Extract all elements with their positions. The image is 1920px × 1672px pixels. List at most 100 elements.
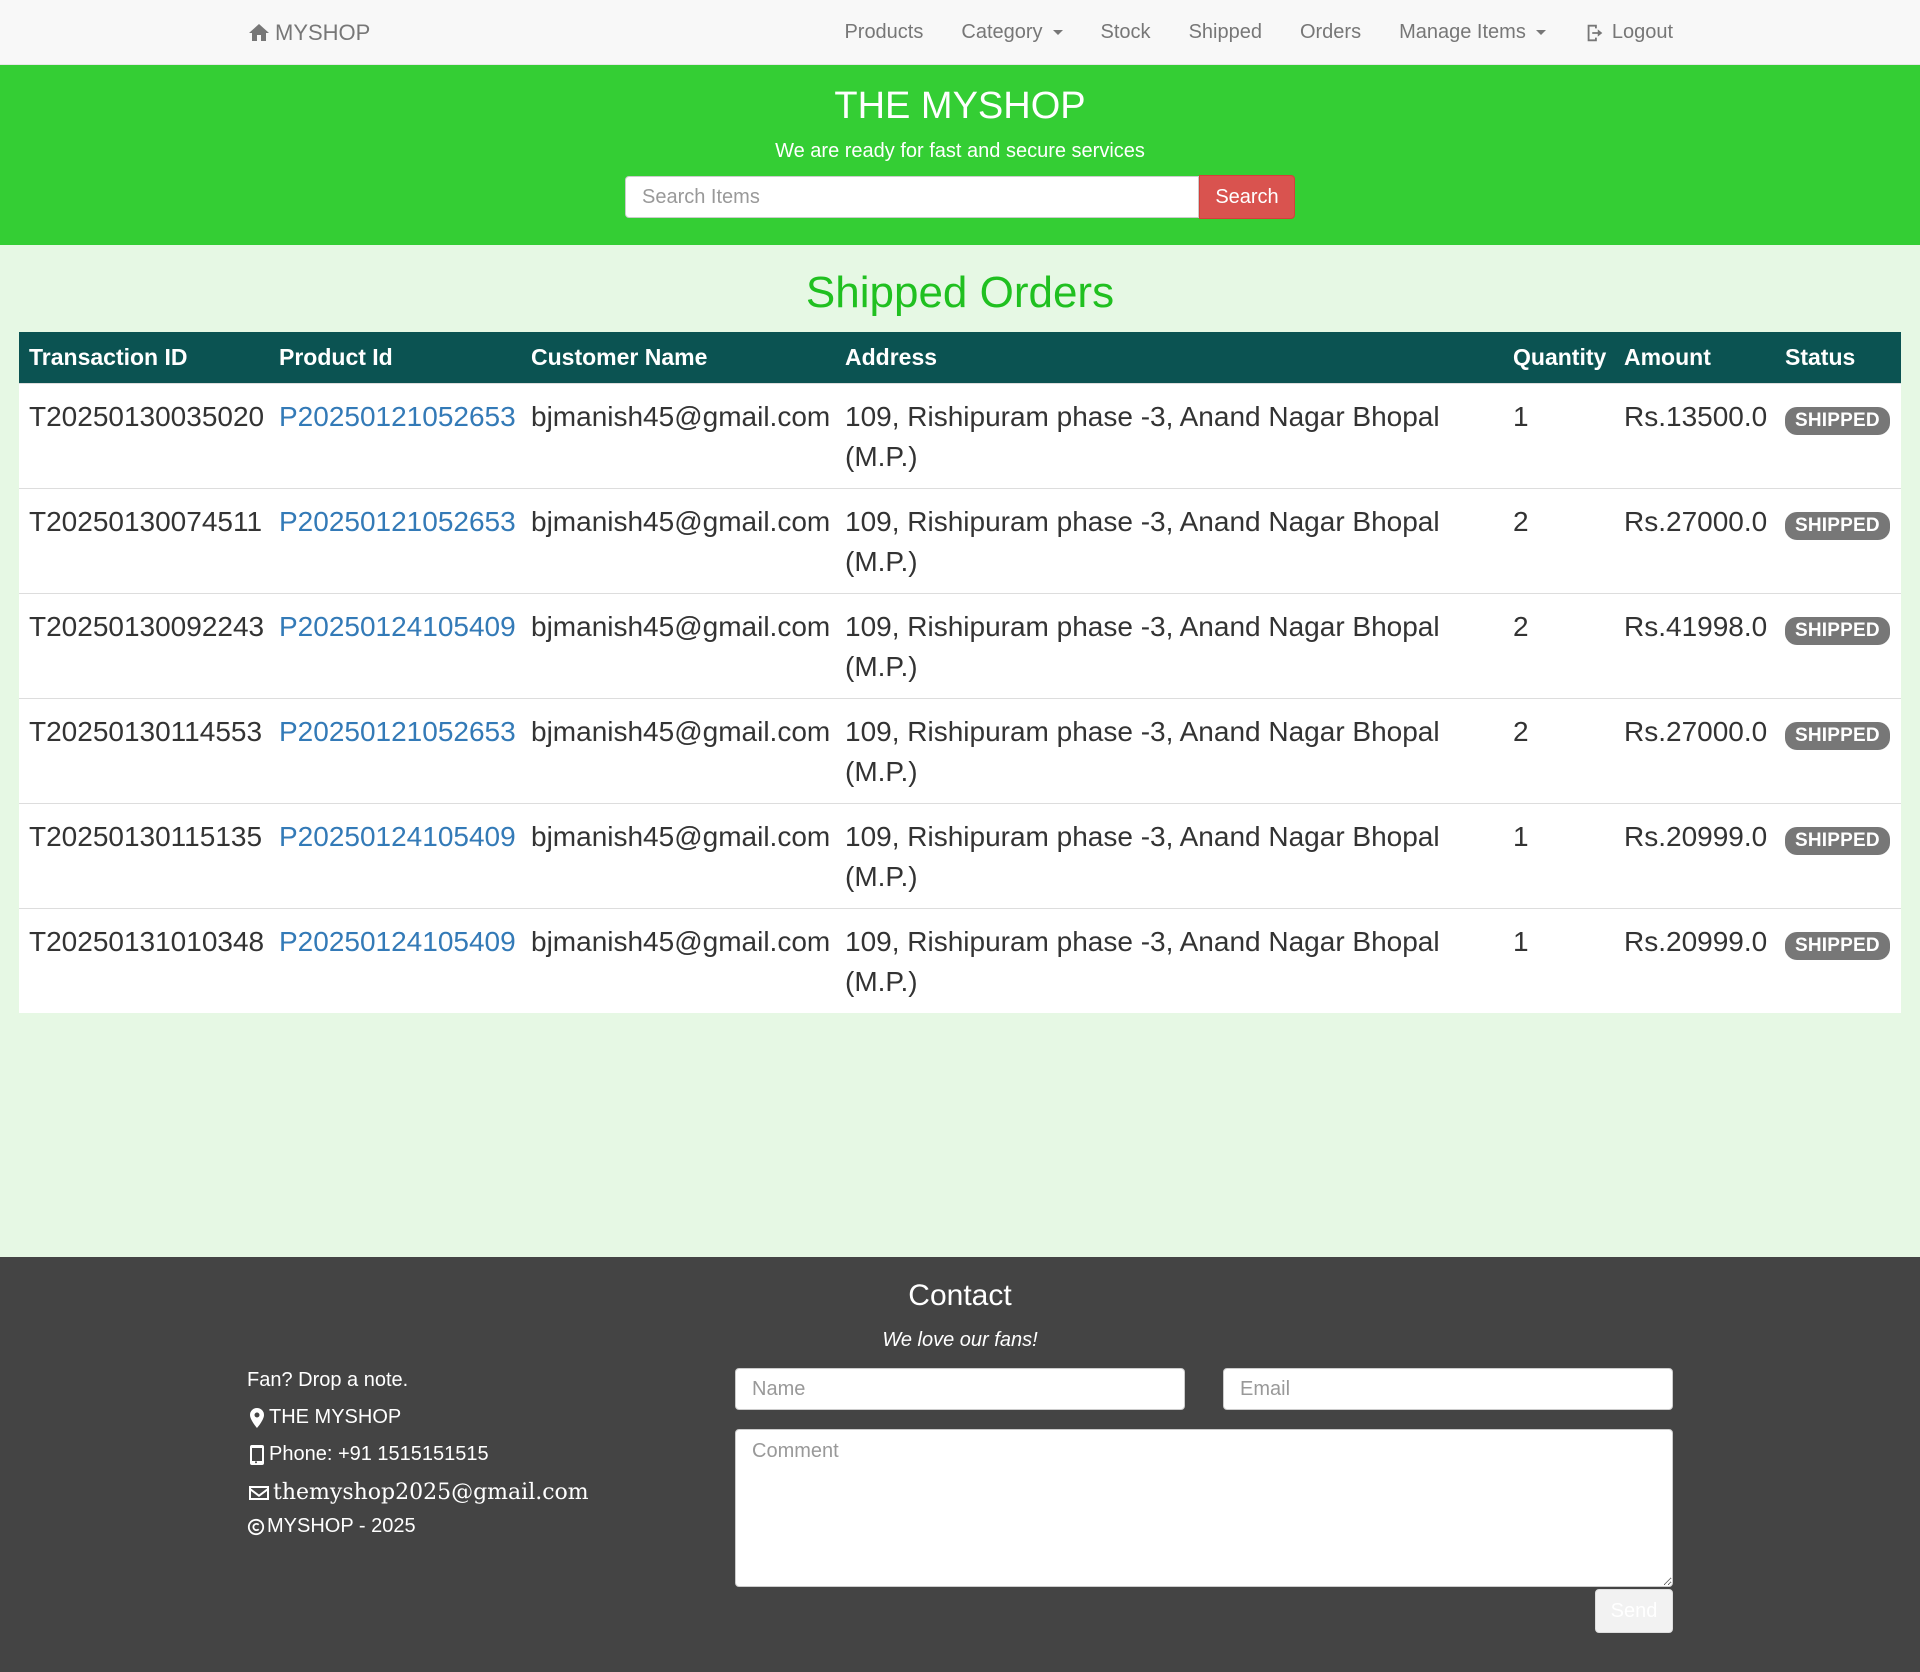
logout-icon	[1587, 24, 1603, 41]
column-header: Transaction ID	[19, 332, 269, 383]
nav-manage-items-dropdown[interactable]: Manage Items	[1380, 0, 1565, 65]
nav-manage-items-label: Manage Items	[1399, 21, 1526, 43]
status-badge: SHIPPED	[1785, 721, 1890, 750]
contact-subtitle: We love our fans!	[882, 1329, 1038, 1351]
product-id-link[interactable]: P20250124105409	[279, 611, 516, 642]
home-icon	[249, 23, 269, 41]
nav-orders[interactable]: Orders	[1281, 0, 1380, 65]
amount-cell: Rs.41998.0	[1614, 592, 1775, 698]
product-id-link[interactable]: P20250121052653	[279, 716, 516, 747]
column-header: Quantity	[1503, 332, 1614, 383]
envelope-icon	[249, 1485, 269, 1500]
address-cell: 109, Rishipuram phase -3, Anand Nagar Bh…	[835, 802, 1503, 908]
nav-products[interactable]: Products	[825, 0, 942, 65]
transaction-id-cell: T20250130114553	[19, 697, 269, 803]
quantity-cell: 2	[1503, 487, 1614, 593]
caret-down-icon	[1535, 30, 1546, 35]
status-badge: SHIPPED	[1785, 931, 1890, 960]
search-bar: Search	[625, 175, 1295, 220]
customer-cell: bjmanish45@gmail.com	[521, 802, 835, 908]
table-row: T20250131010348 P20250124105409 bjmanish…	[19, 907, 1901, 1013]
column-header: Address	[835, 332, 1503, 383]
product-id-link[interactable]: P20250124105409	[279, 821, 516, 852]
address-cell: 109, Rishipuram phase -3, Anand Nagar Bh…	[835, 487, 1503, 593]
nav-shipped[interactable]: Shipped	[1170, 0, 1281, 65]
transaction-id-cell: T20250130035020	[19, 382, 269, 488]
quantity-cell: 2	[1503, 697, 1614, 803]
customer-cell: bjmanish45@gmail.com	[521, 697, 835, 803]
search-button[interactable]: Search	[1199, 175, 1295, 219]
column-header: Status	[1775, 332, 1901, 383]
contact-note: Fan? Drop a note.	[247, 1369, 589, 1392]
nav-stock-label: Stock	[1100, 21, 1151, 43]
hero-banner: THE MYSHOP We are ready for fast and sec…	[0, 65, 1920, 245]
contact-phone: Phone: +91 1515151515	[247, 1443, 589, 1466]
copyright-icon	[247, 1518, 265, 1535]
nav-shipped-label: Shipped	[1188, 21, 1262, 43]
nav-logout-label: Logout	[1611, 21, 1673, 43]
status-badge: SHIPPED	[1785, 616, 1890, 645]
customer-cell: bjmanish45@gmail.com	[521, 592, 835, 698]
transaction-id-cell: T20250130115135	[19, 802, 269, 908]
hero-title: THE MYSHOP	[834, 85, 1086, 127]
product-id-link[interactable]: P20250124105409	[279, 926, 516, 957]
contact-email: themyshop2025@gmail.com	[247, 1480, 589, 1505]
copyright-text: MYSHOP - 2025	[267, 1515, 416, 1537]
search-input[interactable]	[625, 176, 1199, 218]
transaction-id-cell: T20250131010348	[19, 907, 269, 1013]
contact-note-text: Fan? Drop a note.	[247, 1369, 409, 1391]
brand-link[interactable]: MYSHOP	[247, 0, 370, 65]
hero-tagline: We are ready for fast and secure service…	[775, 140, 1145, 162]
nav-orders-label: Orders	[1299, 21, 1362, 43]
table-row: T20250130114553 P20250121052653 bjmanish…	[19, 697, 1901, 803]
name-field[interactable]	[735, 1368, 1185, 1410]
nav-products-label: Products	[844, 21, 924, 43]
shipped-orders-table: Transaction ID Product Id Customer Name …	[19, 332, 1901, 1013]
address-cell: 109, Rishipuram phase -3, Anand Nagar Bh…	[835, 592, 1503, 698]
quantity-cell: 1	[1503, 802, 1614, 908]
page-title: Shipped Orders	[805, 268, 1115, 317]
product-id-link[interactable]: P20250121052653	[279, 401, 516, 432]
customer-cell: bjmanish45@gmail.com	[521, 382, 835, 488]
amount-cell: Rs.13500.0	[1614, 382, 1775, 488]
quantity-cell: 1	[1503, 382, 1614, 488]
contact-title: Contact	[908, 1279, 1012, 1312]
contact-info: Fan? Drop a note. THE MYSHOP Phone: +91 …	[247, 1369, 589, 1505]
caret-down-icon	[1052, 30, 1063, 35]
address-cell: 109, Rishipuram phase -3, Anand Nagar Bh…	[835, 382, 1503, 488]
quantity-cell: 1	[1503, 907, 1614, 1013]
nav-logout[interactable]: Logout	[1565, 0, 1673, 65]
contact-shop: THE MYSHOP	[247, 1406, 589, 1429]
nav-category-dropdown[interactable]: Category	[942, 0, 1081, 65]
customer-cell: bjmanish45@gmail.com	[521, 487, 835, 593]
email-field[interactable]	[1223, 1368, 1673, 1410]
quantity-cell: 2	[1503, 592, 1614, 698]
map-marker-icon	[250, 1407, 264, 1428]
phone-icon	[250, 1444, 264, 1465]
status-badge: SHIPPED	[1785, 511, 1890, 540]
status-badge: SHIPPED	[1785, 826, 1890, 855]
table-row: T20250130035020 P20250121052653 bjmanish…	[19, 382, 1901, 488]
nav-category-label: Category	[961, 21, 1043, 43]
amount-cell: Rs.27000.0	[1614, 487, 1775, 593]
contact-phone-text: Phone: +91 1515151515	[269, 1443, 489, 1465]
table-row: T20250130092243 P20250124105409 bjmanish…	[19, 592, 1901, 698]
nav-stock[interactable]: Stock	[1082, 0, 1170, 65]
footer: Contact We love our fans! Fan? Drop a no…	[0, 1257, 1920, 1672]
column-header: Product Id	[269, 332, 521, 383]
comment-field[interactable]	[735, 1429, 1673, 1587]
transaction-id-cell: T20250130074511	[19, 487, 269, 593]
amount-cell: Rs.20999.0	[1614, 802, 1775, 908]
send-button[interactable]: Send	[1595, 1589, 1673, 1633]
amount-cell: Rs.27000.0	[1614, 697, 1775, 803]
address-cell: 109, Rishipuram phase -3, Anand Nagar Bh…	[835, 697, 1503, 803]
customer-cell: bjmanish45@gmail.com	[521, 907, 835, 1013]
contact-shop-text: THE MYSHOP	[269, 1406, 402, 1428]
transaction-id-cell: T20250130092243	[19, 592, 269, 698]
top-navbar: MYSHOP Products Category Stock Shipped O…	[0, 0, 1920, 65]
table-header-row: Transaction ID Product Id Customer Name …	[19, 332, 1901, 383]
brand-label: MYSHOP	[275, 19, 371, 45]
nav-links: Products Category Stock Shipped Orders M…	[825, 0, 1673, 65]
product-id-link[interactable]: P20250121052653	[279, 506, 516, 537]
status-badge: SHIPPED	[1785, 406, 1890, 435]
